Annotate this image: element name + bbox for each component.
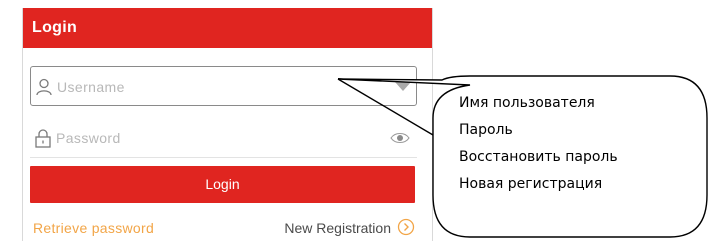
eye-icon[interactable] bbox=[390, 131, 410, 145]
callout-line-registration: Новая регистрация bbox=[459, 176, 603, 192]
username-field[interactable]: Username bbox=[30, 66, 417, 106]
new-registration-link[interactable]: New Registration bbox=[284, 220, 391, 236]
user-icon bbox=[36, 78, 52, 96]
screen: Login Username Password Login Retrieve p… bbox=[0, 0, 712, 241]
callout-line-username: Имя пользователя bbox=[459, 95, 595, 111]
callout-line-password: Пароль bbox=[459, 122, 513, 138]
login-button[interactable]: Login bbox=[30, 166, 415, 203]
triangle-down-icon[interactable] bbox=[395, 82, 411, 91]
chevron-circle-right-icon[interactable] bbox=[397, 218, 415, 236]
password-field[interactable]: Password bbox=[30, 118, 417, 158]
login-header: Login bbox=[23, 8, 432, 48]
password-placeholder: Password bbox=[56, 130, 121, 146]
callout-line-retrieve: Восстановить пароль bbox=[459, 149, 618, 165]
lock-icon bbox=[35, 129, 51, 148]
login-links: Retrieve password New Registration bbox=[30, 218, 417, 240]
callout-text: Имя пользователя Пароль Восстановить пар… bbox=[459, 90, 689, 198]
login-panel: Login Username Password Login Retrieve p… bbox=[22, 8, 433, 241]
retrieve-password-link[interactable]: Retrieve password bbox=[33, 220, 154, 236]
username-placeholder: Username bbox=[57, 79, 125, 95]
